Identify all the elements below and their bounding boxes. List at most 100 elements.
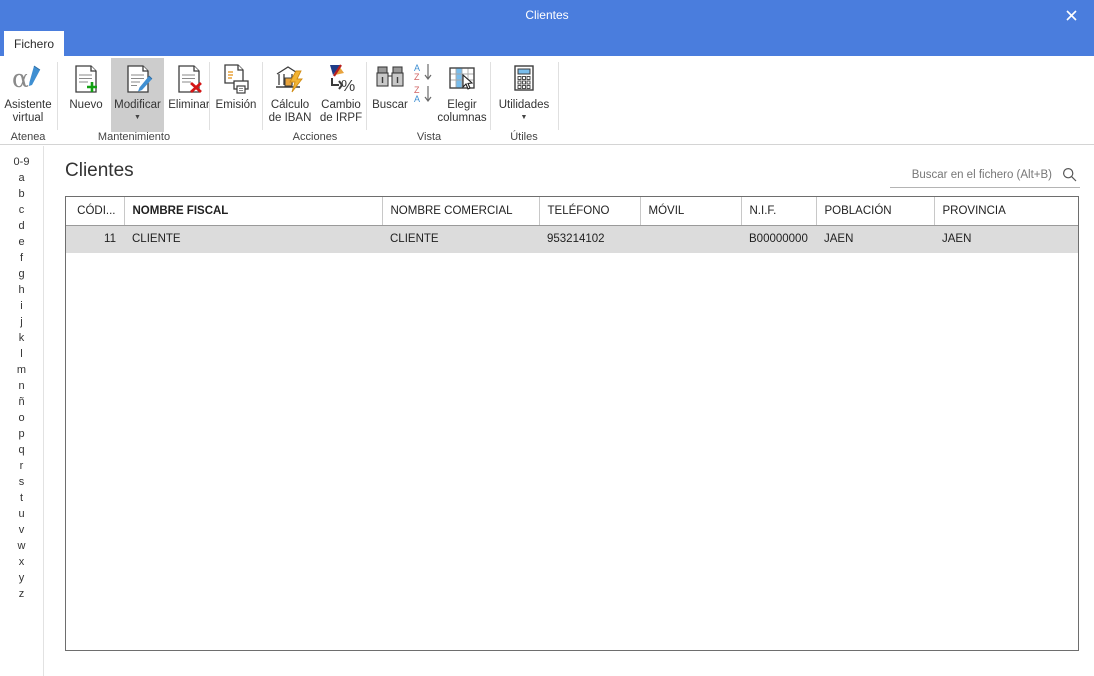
alpha-index-item-r[interactable]: r [0, 458, 43, 474]
table-header: CÓDI... NOMBRE FISCAL NOMBRE COMERCIAL TELÉ… [66, 197, 1078, 226]
table-cell-7[interactable]: JAEN [934, 225, 1078, 253]
alpha-index-item-t[interactable]: t [0, 490, 43, 506]
document-pencil-icon [122, 60, 154, 98]
search-icon [1062, 167, 1076, 182]
table-column-header-6[interactable]: POBLACIÓN [816, 197, 935, 226]
alpha-index-item-i[interactable]: i [0, 298, 43, 314]
calculo-de-iban-label: Cálculo de IBAN [268, 99, 312, 124]
search-button[interactable] [1058, 167, 1080, 182]
alpha-index-item-a[interactable]: a [0, 170, 43, 186]
eliminar-label: Eliminar [168, 99, 210, 111]
alpha-index-item-f[interactable]: f [0, 250, 43, 266]
alpha-index-item-o[interactable]: o [0, 410, 43, 426]
alpha-index-item-e[interactable]: e [0, 234, 43, 250]
table-column-header-7[interactable]: PROVINCIA [934, 197, 1078, 226]
search-box [890, 162, 1080, 188]
table-column-header-0[interactable]: CÓDI... [66, 197, 125, 226]
svg-text:Z: Z [414, 72, 420, 82]
buscar-button[interactable]: Buscar [368, 58, 412, 112]
table-column-header-5[interactable]: N.I.F. [741, 197, 817, 226]
sort-za-icon: Z A [414, 85, 432, 104]
alpha-index-item-0-9[interactable]: 0-9 [0, 154, 43, 170]
table-column-header-4[interactable]: MÓVIL [640, 197, 742, 226]
document-print-icon [220, 60, 252, 98]
alpha-index-item-x[interactable]: ñ [0, 394, 43, 410]
svg-text:A: A [414, 94, 420, 104]
alpha-index-item-b[interactable]: b [0, 186, 43, 202]
utilidades-label: Utilidades [498, 99, 550, 111]
alpha-index-item-p[interactable]: p [0, 426, 43, 442]
chevron-down-icon-utilidades[interactable]: ▼ [521, 114, 528, 122]
page-title: Clientes [65, 160, 134, 181]
sort-ascending-button[interactable]: A Z [413, 62, 433, 82]
alpha-index-item-g[interactable]: g [0, 266, 43, 282]
alpha-index-item-z[interactable]: z [0, 586, 43, 602]
table-cell-5[interactable]: B00000000 [741, 225, 816, 253]
alpha-index-item-c[interactable]: c [0, 202, 43, 218]
alpha-index-item-s[interactable]: s [0, 474, 43, 490]
alpha-index-item-n[interactable]: n [0, 378, 43, 394]
nuevo-button[interactable]: Nuevo [62, 58, 110, 112]
table-row[interactable]: 11 CLIENTE CLIENTE 953214102 B00000000 JAEN JA… [66, 225, 1078, 253]
sort-descending-button[interactable]: Z A [413, 84, 433, 104]
alpha-index-item-k[interactable]: k [0, 330, 43, 346]
binoculars-icon [374, 60, 406, 98]
alpha-index-item-y[interactable]: y [0, 570, 43, 586]
table-cell-6[interactable]: JAEN [816, 225, 934, 253]
table-column-header-1[interactable]: NOMBRE FISCAL [124, 197, 383, 226]
clientes-table-container: CÓDI... NOMBRE FISCAL NOMBRE COMERCIAL TELÉ… [65, 196, 1079, 651]
eliminar-button[interactable]: Eliminar [165, 58, 213, 112]
tab-fichero[interactable]: Fichero [4, 31, 64, 56]
ribbon-separator-6 [558, 62, 559, 130]
calculo-de-iban-button[interactable]: Cálculo de IBAN [265, 58, 315, 125]
alpha-index-item-w[interactable]: w [0, 538, 43, 554]
close-icon [1065, 10, 1077, 21]
alpha-index-item-m[interactable]: m [0, 362, 43, 378]
elegir-columnas-button[interactable]: Elegir columnas [434, 58, 490, 125]
document-plus-icon [70, 60, 102, 98]
asistente-virtual-button[interactable]: α Asistente virtual [4, 58, 52, 125]
alpha-index-item-l[interactable]: l [0, 346, 43, 362]
alpha-pen-icon: α [11, 60, 45, 98]
ribbon-group-mantenimiento-label: Mantenimiento [97, 131, 171, 143]
alphabet-index: 0-9 a b c d e f g h i j k l m n ñ o p q r s t u v w x y z [0, 146, 44, 676]
search-input[interactable] [890, 167, 1058, 182]
ribbon-group-atenea: α Asistente virtual Atenea [0, 56, 56, 145]
window-title: Clientes [525, 8, 569, 22]
alpha-index-item-q[interactable]: q [0, 442, 43, 458]
title-bar: Clientes [0, 0, 1094, 31]
alpha-index-item-d[interactable]: d [0, 218, 43, 234]
ribbon-group-vista: Buscar A Z Z A Elegir columnas Vista [367, 56, 491, 145]
ribbon-group-acciones: Cálculo de IBAN % Cambio de IRPF Accione… [263, 56, 367, 145]
alpha-index-item-u[interactable]: u [0, 506, 43, 522]
alpha-index-item-j[interactable]: j [0, 314, 43, 330]
utilidades-button[interactable]: Utilidades ▼ [493, 58, 555, 122]
cambio-de-irpf-button[interactable]: % Cambio de IRPF [316, 58, 366, 125]
table-cell-4[interactable] [640, 225, 741, 253]
ribbon-group-utiles-label: Útiles [510, 131, 538, 143]
ribbon: α Asistente virtual Atenea Nuevo Modific… [0, 56, 1094, 145]
table-cell-3[interactable]: 953214102 [539, 225, 640, 253]
calculator-icon [509, 60, 539, 98]
choose-columns-icon [446, 60, 478, 98]
chevron-down-icon[interactable]: ▼ [134, 114, 141, 122]
cambio-de-irpf-label: Cambio de IRPF [319, 99, 363, 124]
bank-bolt-icon [273, 60, 307, 98]
table-cell-2[interactable]: CLIENTE [382, 225, 539, 253]
alpha-index-item-v[interactable]: v [0, 522, 43, 538]
sort-az-icon: A Z [414, 63, 432, 82]
table-cell-0[interactable]: 11 [66, 225, 124, 253]
alpha-index-item-h[interactable]: h [0, 282, 43, 298]
ribbon-group-atenea-label: Atenea [10, 131, 46, 143]
table-cell-1[interactable]: CLIENTE [124, 225, 382, 253]
modificar-button[interactable]: Modificar ▼ [111, 58, 164, 132]
close-button[interactable] [1048, 0, 1094, 31]
table-column-header-2[interactable]: NOMBRE COMERCIAL [382, 197, 540, 226]
ribbon-group-utiles: Utilidades ▼ Útiles [491, 56, 557, 145]
alpha-index-item-x[interactable]: x [0, 554, 43, 570]
elegir-columnas-label: Elegir columnas [437, 99, 487, 124]
ribbon-tab-strip: Fichero [0, 31, 1094, 56]
emision-button[interactable]: Emisión [212, 58, 260, 112]
emision-label: Emisión [215, 99, 257, 111]
table-column-header-3[interactable]: TELÉFONO [539, 197, 641, 226]
